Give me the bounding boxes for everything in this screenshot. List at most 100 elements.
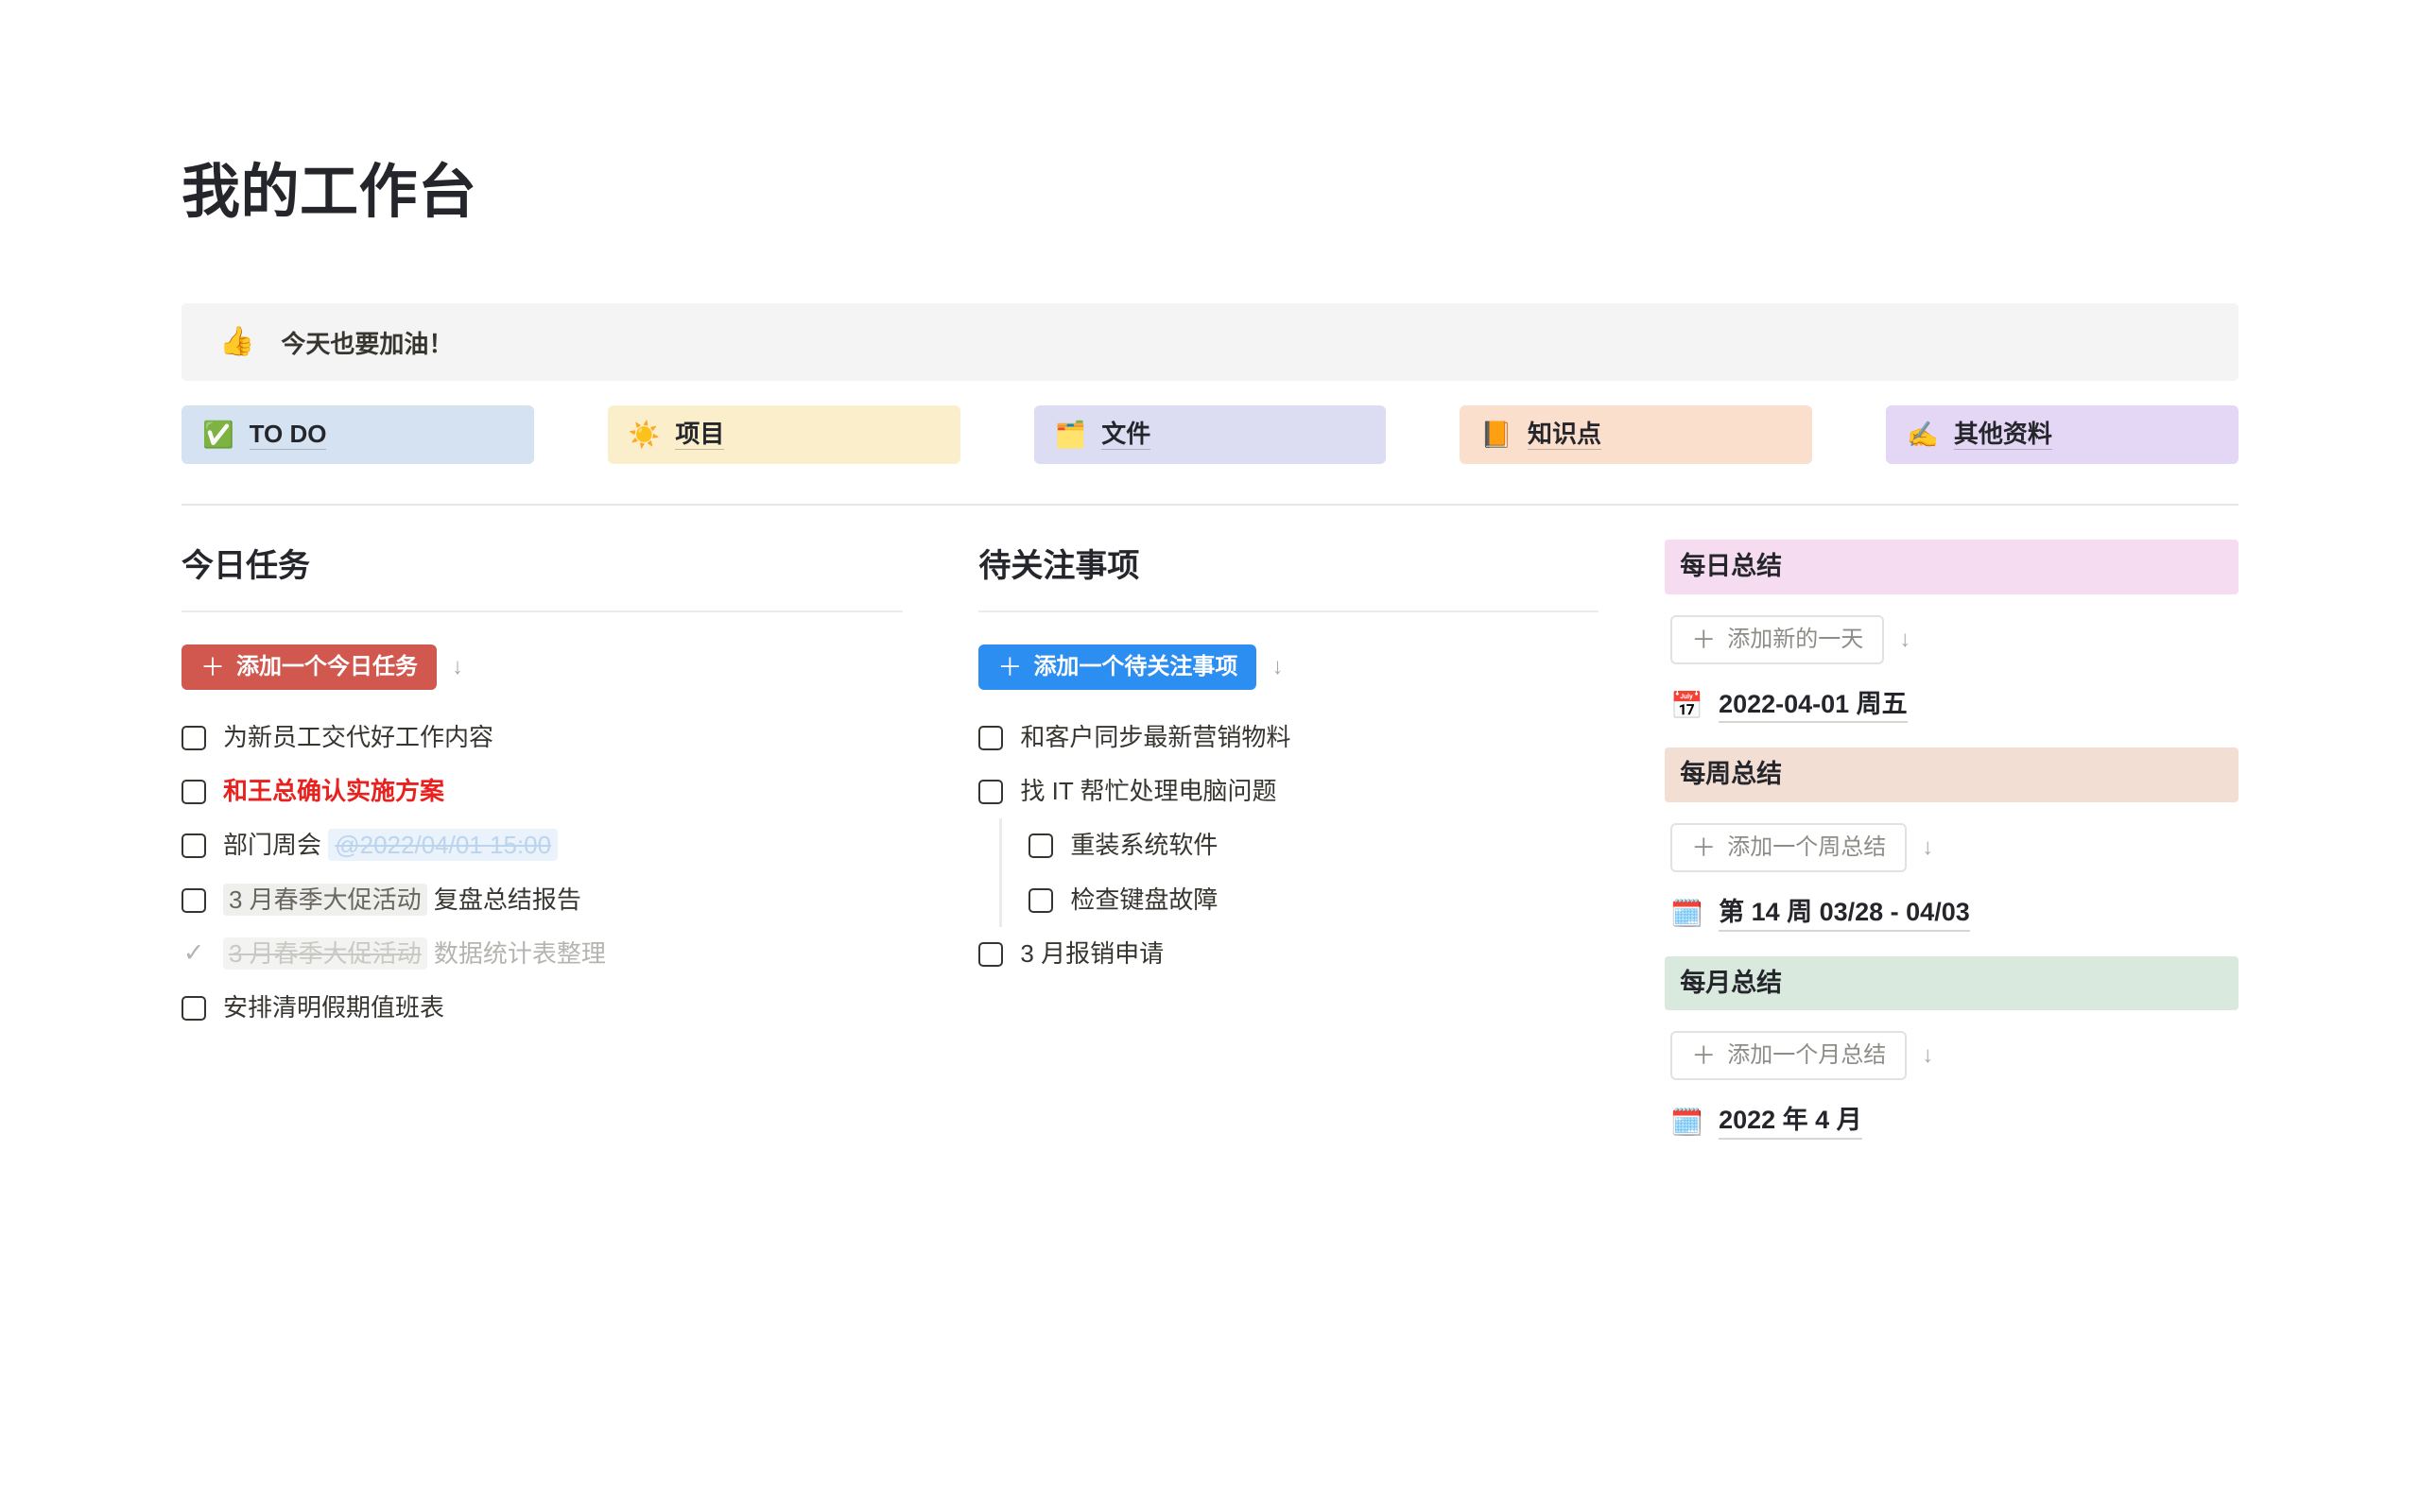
nav-chip-label: 文件 [1101, 420, 1151, 451]
summary-add-row: ＋ 添加一个月总结 ↓ [1670, 1031, 2233, 1081]
summary-add-row: ＋ 添加新的一天 ↓ [1670, 615, 2233, 665]
callout-text: 今天也要加油！ [281, 329, 454, 358]
header-divider [182, 504, 2238, 507]
task-row: 为新员工交代好工作内容 [182, 711, 903, 765]
task-checkbox-checked[interactable]: ✓ [182, 939, 206, 965]
card-index-dividers-icon: 🗂️ [1054, 420, 1087, 450]
today-tasks-heading: 今日任务 [182, 548, 310, 585]
task-text: 复盘总结报告 [426, 885, 581, 914]
task-checkbox[interactable] [182, 726, 206, 751]
callout-banner: 👍 今天也要加油！ [182, 303, 2238, 382]
thumbs-up-icon: 👍 [219, 325, 255, 359]
summary-add-button[interactable]: ＋ 添加一个月总结 [1670, 1031, 1908, 1081]
orange-book-icon: 📙 [1480, 420, 1513, 450]
watch-item-list: 和客户同步最新营销物料找 IT 帮忙处理电脑问题 重装系统软件 检查键盘故障 3 月报… [978, 711, 1599, 980]
task-checkbox[interactable] [182, 887, 206, 913]
task-row: 安排清明假期值班表 [182, 981, 903, 1035]
task-label: 安排清明假期值班表 [223, 991, 444, 1024]
summary-add-label: 添加一个周总结 [1727, 834, 1887, 861]
task-row: 和王总确认实施方案 [182, 765, 903, 818]
summary-card-2: 每周总结 ＋ 添加一个周总结 ↓ 🗓️ 第 14 周 03/28 - 04/03 [1665, 747, 2239, 932]
summary-card-1: 每日总结 ＋ 添加新的一天 ↓ 📅 2022-04-01 周五 [1665, 540, 2239, 724]
check-mark-button-icon: ✅ [202, 420, 234, 450]
task-label: 为新员工交代好工作内容 [223, 721, 493, 754]
task-checkbox[interactable] [182, 780, 206, 805]
task-text: 部门周会 [223, 831, 329, 860]
spiral-calendar-icon: 🗓️ [1670, 1106, 1704, 1138]
summary-entry-link[interactable]: 第 14 周 03/28 - 04/03 [1719, 897, 1970, 932]
task-row: 部门周会 @2022/04/01 15:00 [182, 818, 903, 872]
watch-label: 找 IT 帮忙处理电脑问题 [1020, 777, 1277, 806]
summary-entry-link[interactable]: 2022-04-01 周五 [1719, 689, 1908, 724]
nav-chip-label: TO DO [249, 420, 327, 451]
watch-sub-label: 重装系统软件 [1070, 831, 1219, 860]
workspace-page: 我的工作台 👍 今天也要加油！ ✅ TO DO ☀️ 项目 🗂️ 文件 📙 知识点 ✍️ 其他资料… [0, 0, 2420, 1512]
summary-add-label: 添加新的一天 [1727, 627, 1864, 653]
watch-checkbox[interactable] [978, 726, 1004, 751]
content-columns: 今日任务 ＋ 添加一个今日任务 ↓ 为新员工交代好工作内容 和王总确认实施方案部门… [182, 540, 2239, 1163]
watch-items-collapse-arrow-icon[interactable]: ↓ [1271, 656, 1283, 679]
task-mention-tag[interactable]: 3 月春季大促活动 [223, 883, 427, 916]
nav-chip-1[interactable]: ✅ TO DO [182, 405, 534, 465]
sun-icon: ☀️ [628, 420, 661, 450]
summary-collapse-arrow-icon[interactable]: ↓ [1922, 1044, 1933, 1067]
summary-entry-link[interactable]: 2022 年 4 月 [1719, 1105, 1862, 1140]
watch-checkbox[interactable] [978, 941, 1004, 967]
watch-items-column: 待关注事项 ＋ 添加一个待关注事项 ↓ 和客户同步最新营销物料找 IT 帮忙处理… [978, 540, 1665, 1163]
plus-icon: ＋ [997, 653, 1023, 682]
today-tasks-collapse-arrow-icon[interactable]: ↓ [452, 656, 463, 679]
summary-card-body: ＋ 添加新的一天 ↓ 📅 2022-04-01 周五 [1665, 594, 2238, 724]
task-text: 数据统计表整理 [426, 938, 606, 968]
watch-sub-list: 重装系统软件 检查键盘故障 [999, 818, 1599, 927]
nav-chip-3[interactable]: 🗂️ 文件 [1033, 405, 1387, 465]
watch-sub-checkbox[interactable] [1028, 833, 1054, 859]
summary-add-row: ＋ 添加一个周总结 ↓ [1670, 823, 2233, 873]
summary-collapse-arrow-icon[interactable]: ↓ [1922, 836, 1933, 859]
task-checkbox[interactable] [182, 833, 206, 859]
task-checkbox[interactable] [182, 995, 206, 1021]
watch-checkbox[interactable] [978, 780, 1004, 805]
nav-chip-5[interactable]: ✍️ 其他资料 [1886, 405, 2238, 465]
watch-sub-row: 检查键盘故障 [1028, 873, 1599, 927]
summary-entry-row: 🗓️ 第 14 周 03/28 - 04/03 [1670, 897, 2233, 932]
nav-chip-label: 项目 [675, 420, 725, 451]
task-date-mention[interactable]: @2022/04/01 15:00 [328, 829, 559, 862]
today-tasks-rule [182, 610, 904, 613]
plus-icon: ＋ [1691, 626, 1717, 655]
watch-sub-label: 检查键盘故障 [1070, 885, 1219, 914]
task-row: 3 月春季大促活动 复盘总结报告 [182, 873, 903, 927]
add-today-task-row: ＋ 添加一个今日任务 ↓ [182, 644, 903, 691]
task-text: 安排清明假期值班表 [223, 992, 445, 1022]
summary-add-button[interactable]: ＋ 添加新的一天 [1670, 615, 1885, 665]
plus-icon: ＋ [1691, 1041, 1717, 1071]
summary-collapse-arrow-icon[interactable]: ↓ [1899, 628, 1910, 651]
task-mention-tag[interactable]: 3 月春季大促活动 [223, 936, 427, 970]
plus-icon: ＋ [200, 653, 226, 682]
add-watch-item-button[interactable]: ＋ 添加一个待关注事项 [978, 644, 1257, 691]
add-watch-item-label: 添加一个待关注事项 [1033, 654, 1238, 680]
summary-add-button[interactable]: ＋ 添加一个周总结 [1670, 823, 1908, 873]
spiral-calendar-icon: 🗓️ [1670, 898, 1704, 930]
today-task-list: 为新员工交代好工作内容 和王总确认实施方案部门周会 @2022/04/01 15:… [182, 711, 903, 1035]
task-label: 3 月春季大促活动 复盘总结报告 [223, 883, 581, 917]
watch-row: 和客户同步最新营销物料 [978, 711, 1599, 765]
nav-chip-label: 其他资料 [1953, 420, 2052, 451]
summary-card-3: 每月总结 ＋ 添加一个月总结 ↓ 🗓️ 2022 年 4 月 [1665, 955, 2239, 1140]
nav-chip-2[interactable]: ☀️ 项目 [607, 405, 960, 465]
watch-items-heading: 待关注事项 [978, 548, 1140, 585]
add-today-task-button[interactable]: ＋ 添加一个今日任务 [182, 644, 438, 691]
page-title: 我的工作台 [182, 160, 477, 225]
summary-entry-row: 🗓️ 2022 年 4 月 [1670, 1105, 2233, 1140]
nav-chip-row: ✅ TO DO ☀️ 项目 🗂️ 文件 📙 知识点 ✍️ 其他资料 [182, 405, 2238, 465]
plus-icon: ＋ [1691, 833, 1717, 863]
summary-card-body: ＋ 添加一个月总结 ↓ 🗓️ 2022 年 4 月 [1665, 1010, 2238, 1140]
add-today-task-label: 添加一个今日任务 [236, 654, 419, 680]
watch-row: 3 月报销申请 [978, 927, 1599, 981]
watch-items-rule [978, 610, 1599, 613]
summary-add-label: 添加一个月总结 [1727, 1042, 1887, 1069]
task-label: 和王总确认实施方案 [223, 775, 444, 808]
summary-entry-row: 📅 2022-04-01 周五 [1670, 689, 2233, 724]
watch-sub-checkbox[interactable] [1028, 887, 1054, 913]
summary-card-title: 每周总结 [1665, 747, 2239, 803]
nav-chip-4[interactable]: 📙 知识点 [1460, 405, 1813, 465]
